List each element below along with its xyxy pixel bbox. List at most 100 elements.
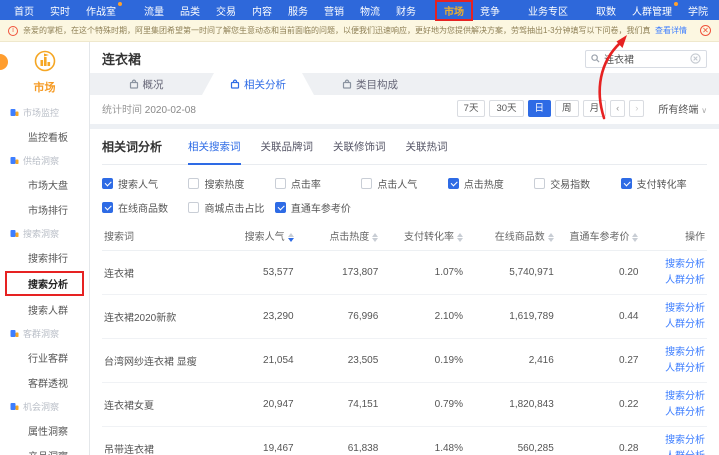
page-tab[interactable]: 概况 (90, 73, 202, 95)
checkbox-icon (534, 178, 545, 189)
action-link[interactable]: 搜索分析 (642, 257, 705, 273)
metric-checkbox[interactable]: 点击率 (275, 176, 361, 191)
metric-checkbox[interactable]: 搜索人气 (102, 176, 188, 191)
date-range-button[interactable]: 周 (555, 100, 579, 117)
metric-checkbox-label: 商城点击占比 (204, 200, 264, 215)
metric-checkbox[interactable]: 支付转化率 (621, 176, 707, 191)
checkbox-icon (361, 178, 372, 189)
date-range-button[interactable]: 30天 (489, 100, 523, 117)
sort-up-icon (632, 233, 638, 237)
action-link[interactable]: 人群分析 (642, 317, 705, 333)
nav-item[interactable]: 营销 (316, 1, 352, 20)
nav-item[interactable]: 物流 (352, 1, 388, 20)
action-link[interactable]: 搜索分析 (642, 301, 705, 317)
value-cell: 23,290 (217, 295, 296, 339)
layout: 市场 市场监控监控看板供给洞察市场大盘市场排行搜索洞察搜索排行搜索分析搜索人群客… (0, 42, 719, 455)
metric-checkbox-label: 在线商品数 (118, 200, 168, 215)
sidebar-item[interactable]: 客群透视 (0, 370, 89, 395)
sidebar-item[interactable]: 搜索人群 (0, 297, 89, 322)
sidebar-item[interactable]: 市场大盘 (0, 172, 89, 197)
chart-icon (10, 108, 19, 117)
sidebar-section-label: 搜索洞察 (23, 227, 59, 240)
nav-item[interactable]: 业务专区 (520, 1, 576, 20)
action-link[interactable]: 搜索分析 (642, 345, 705, 361)
date-controls: 7天30天日周月‹› 所有终端 ∨ (457, 100, 707, 117)
nav-item[interactable]: 人群管理 (624, 1, 680, 20)
action-link[interactable]: 人群分析 (642, 273, 705, 289)
table-column-header[interactable]: 直通车参考价 (556, 221, 641, 251)
sidebar-section-label: 客群洞察 (23, 327, 59, 340)
analysis-tabs: 相关搜索词关联品牌词关联修饰词关联热词 (188, 139, 468, 164)
nav-item[interactable]: 财务 (388, 1, 424, 20)
value-cell: 2.10% (380, 295, 465, 339)
metric-checkbox[interactable]: 点击人气 (361, 176, 447, 191)
metric-checkbox[interactable]: 商城点击占比 (188, 200, 274, 215)
sidebar-item[interactable]: 行业客群 (0, 345, 89, 370)
nav-item[interactable]: 学院 (680, 1, 716, 20)
analysis-tab[interactable]: 相关搜索词 (188, 139, 241, 165)
action-link[interactable]: 人群分析 (642, 361, 705, 377)
table-row: 连衣裙2020新款23,29076,9962.10%1,619,7890.44搜… (102, 295, 707, 339)
date-nav-button[interactable]: ‹ (610, 100, 625, 117)
sidebar-item[interactable]: 搜索分析 (5, 271, 84, 296)
page-tab[interactable]: 相关分析 (202, 73, 314, 95)
analysis-tab[interactable]: 关联品牌词 (261, 139, 314, 164)
action-link[interactable]: 人群分析 (642, 405, 705, 421)
value-cell: 0.22 (556, 383, 641, 427)
metric-checkbox[interactable]: 直通车参考价 (275, 200, 361, 215)
clear-icon[interactable] (690, 53, 701, 64)
nav-item[interactable]: 实时 (42, 1, 78, 20)
date-range-button[interactable]: 月 (583, 100, 607, 117)
action-link[interactable]: 搜索分析 (642, 389, 705, 405)
sidebar-item[interactable]: 产品洞察 (0, 443, 89, 455)
nav-item[interactable]: 流量 (136, 1, 172, 20)
terminal-filter[interactable]: 所有终端 ∨ (658, 101, 707, 116)
nav-item[interactable]: 服务 (280, 1, 316, 20)
analysis-tab[interactable]: 关联修饰词 (333, 139, 386, 164)
nav-item[interactable]: 首页 (6, 1, 42, 20)
table-column-header[interactable]: 在线商品数 (465, 221, 556, 251)
table-column-header[interactable]: 搜索人气 (217, 221, 296, 251)
metric-checkbox[interactable]: 点击热度 (448, 176, 534, 191)
metric-checkbox[interactable]: 搜索热度 (188, 176, 274, 191)
date-range-button[interactable]: 日 (528, 100, 552, 117)
sidebar-item[interactable]: 属性洞察 (0, 418, 89, 443)
date-nav-button[interactable]: › (629, 100, 644, 117)
notice-detail-link[interactable]: 查看详情 (655, 25, 687, 36)
nav-item[interactable]: 交易 (208, 1, 244, 20)
checkbox-icon (448, 178, 459, 189)
nav-item[interactable]: 竞争 (472, 1, 508, 20)
sort-up-icon (288, 233, 294, 237)
nav-item[interactable]: 作战室 (78, 1, 124, 20)
table-column-header[interactable]: 点击热度 (296, 221, 381, 251)
bag-icon (129, 79, 139, 89)
keyword-cell: 台湾网纱连衣裙 显瘦 (102, 339, 217, 383)
table-column-header[interactable]: 支付转化率 (380, 221, 465, 251)
nav-item[interactable]: 品类 (172, 1, 208, 20)
date-range-button[interactable]: 7天 (457, 100, 486, 117)
keyword-search-input[interactable]: 连衣裙 (585, 50, 707, 68)
page-tabs: 概况相关分析类目构成 (90, 73, 719, 95)
keywords-table: 搜索词搜索人气点击热度支付转化率在线商品数直通车参考价操作 连衣裙53,5771… (102, 221, 707, 455)
metric-checkbox-label: 交易指数 (550, 176, 590, 191)
sidebar-item[interactable]: 监控看板 (0, 124, 89, 149)
action-link[interactable]: 人群分析 (642, 449, 705, 455)
sort-icon (457, 233, 463, 242)
action-link[interactable]: 搜索分析 (642, 433, 705, 449)
page-tab[interactable]: 类目构成 (314, 73, 426, 95)
metric-checkbox[interactable]: 在线商品数 (102, 200, 188, 215)
nav-item[interactable]: 市场 (436, 1, 472, 20)
sidebar-item[interactable]: 搜索排行 (0, 245, 89, 270)
value-cell: 74,151 (296, 383, 381, 427)
chart-icon (10, 156, 19, 165)
date-buttons: 7天30天日周月‹› (457, 100, 645, 117)
nav-item[interactable]: 取数 (588, 1, 624, 20)
close-icon[interactable]: ✕ (700, 25, 711, 36)
nav-item[interactable]: 内容 (244, 1, 280, 20)
analysis-tab[interactable]: 关联热词 (406, 139, 448, 164)
metric-checkbox[interactable]: 交易指数 (534, 176, 620, 191)
notification-badge (674, 2, 678, 6)
stats-time-label: 统计时间 (102, 105, 142, 116)
sidebar-item[interactable]: 市场排行 (0, 197, 89, 222)
chart-icon (10, 229, 19, 238)
